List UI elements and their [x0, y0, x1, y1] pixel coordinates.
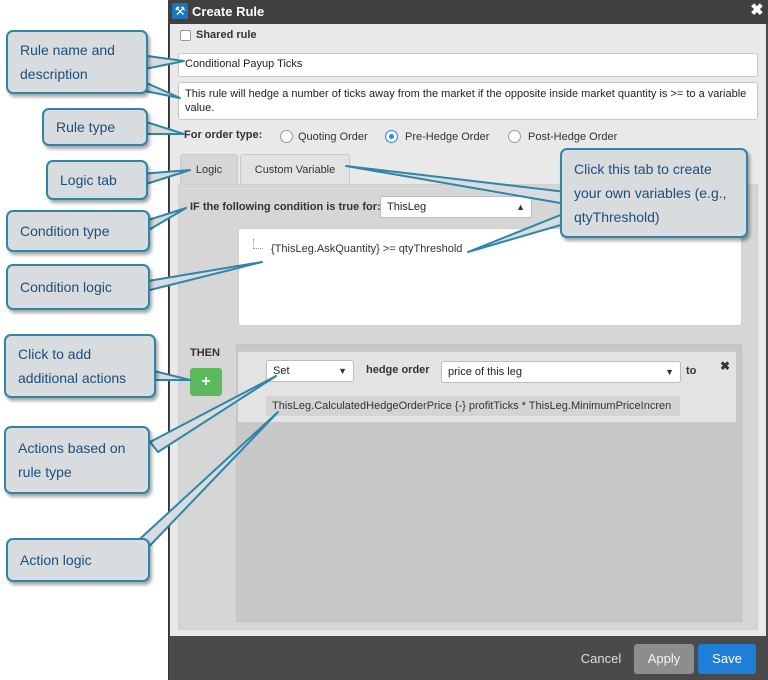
- callout-custom-tab: Click this tab to create your own variab…: [560, 148, 748, 238]
- callout-action-logic: Action logic: [6, 538, 150, 582]
- callout-logic-tab: Logic tab: [46, 160, 148, 200]
- callout-actions-type: Actions based on rule type: [4, 426, 150, 494]
- callout-rule-type: Rule type: [42, 108, 148, 146]
- pointer-action-logic: [129, 411, 279, 557]
- pointer-actions-type: [149, 375, 277, 453]
- callout-condition-type: Condition type: [6, 210, 150, 252]
- callout-condition-logic: Condition logic: [6, 264, 150, 310]
- pointer-add-action: [149, 369, 191, 381]
- callout-rule-name: Rule name and description: [6, 30, 148, 94]
- callout-add-actions: Click to add additional actions: [4, 334, 156, 398]
- pointer-custom-tab-a: [345, 165, 567, 205]
- pointer-condition-logic: [141, 261, 263, 293]
